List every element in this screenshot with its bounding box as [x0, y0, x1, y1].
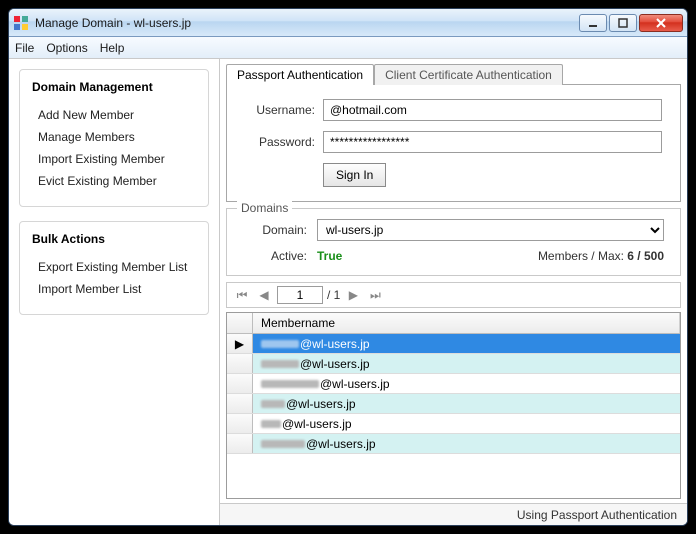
members-max: Members / Max: 6 / 500 — [538, 249, 664, 263]
titlebar[interactable]: Manage Domain - wl-users.jp — [9, 9, 687, 37]
status-bar: Using Passport Authentication — [220, 503, 687, 525]
menu-options[interactable]: Options — [46, 41, 87, 55]
members-grid: Membername ▶@wl-users.jp @wl-users.jp @w… — [226, 312, 681, 499]
app-window: Manage Domain - wl-users.jp File Options… — [8, 8, 688, 526]
domains-legend: Domains — [237, 201, 292, 215]
app-icon — [13, 15, 29, 31]
sidebar-item-export-list[interactable]: Export Existing Member List — [32, 256, 196, 278]
sidebar-item-add-member[interactable]: Add New Member — [32, 104, 196, 126]
window-title: Manage Domain - wl-users.jp — [35, 16, 579, 30]
row-indicator-icon: ▶ — [227, 334, 253, 353]
table-row[interactable]: @wl-users.jp — [227, 434, 680, 454]
signin-button[interactable]: Sign In — [323, 163, 386, 187]
main-content: Passport Authentication Client Certifica… — [219, 59, 687, 525]
pager-last-icon[interactable]: ⏭ — [366, 286, 384, 304]
table-row[interactable]: ▶@wl-users.jp — [227, 334, 680, 354]
bulk-actions-panel: Bulk Actions Export Existing Member List… — [19, 221, 209, 315]
pager-first-icon[interactable]: ⏮ — [233, 286, 251, 304]
domain-select[interactable]: wl-users.jp — [317, 219, 664, 241]
password-label: Password: — [245, 135, 315, 149]
sidebar-item-evict-member[interactable]: Evict Existing Member — [32, 170, 196, 192]
pager-prev-icon[interactable]: ◀ — [255, 286, 273, 304]
username-input[interactable] — [323, 99, 662, 121]
close-button[interactable] — [639, 14, 683, 32]
table-row[interactable]: @wl-users.jp — [227, 354, 680, 374]
table-row[interactable]: @wl-users.jp — [227, 394, 680, 414]
sidebar-item-import-list[interactable]: Import Member List — [32, 278, 196, 300]
tab-client-cert[interactable]: Client Certificate Authentication — [374, 64, 563, 85]
pager-page-input[interactable] — [277, 286, 323, 304]
menubar: File Options Help — [9, 37, 687, 59]
maximize-button[interactable] — [609, 14, 637, 32]
menu-file[interactable]: File — [15, 41, 34, 55]
grid-header-membername[interactable]: Membername — [253, 313, 680, 333]
sidebar-item-manage-members[interactable]: Manage Members — [32, 126, 196, 148]
domain-label: Domain: — [243, 223, 307, 237]
active-value: True — [317, 249, 342, 263]
menu-help[interactable]: Help — [100, 41, 125, 55]
auth-tabs: Passport Authentication Client Certifica… — [220, 59, 687, 84]
tab-passport[interactable]: Passport Authentication — [226, 64, 374, 85]
password-input[interactable] — [323, 131, 662, 153]
sidebar: Domain Management Add New Member Manage … — [9, 59, 219, 525]
minimize-button[interactable] — [579, 14, 607, 32]
sidebar-item-import-member[interactable]: Import Existing Member — [32, 148, 196, 170]
domain-management-heading: Domain Management — [32, 80, 196, 94]
username-label: Username: — [245, 103, 315, 117]
table-row[interactable]: @wl-users.jp — [227, 374, 680, 394]
pager-total: / 1 — [327, 288, 340, 302]
active-label: Active: — [243, 249, 307, 263]
domain-management-panel: Domain Management Add New Member Manage … — [19, 69, 209, 207]
pager-next-icon[interactable]: ▶ — [344, 286, 362, 304]
auth-panel: Username: Password: Sign In — [226, 84, 681, 202]
domains-group: Domains Domain: wl-users.jp Active: True… — [226, 208, 681, 276]
pager: ⏮ ◀ / 1 ▶ ⏭ — [226, 282, 681, 308]
grid-corner — [227, 313, 253, 333]
bulk-actions-heading: Bulk Actions — [32, 232, 196, 246]
table-row[interactable]: @wl-users.jp — [227, 414, 680, 434]
